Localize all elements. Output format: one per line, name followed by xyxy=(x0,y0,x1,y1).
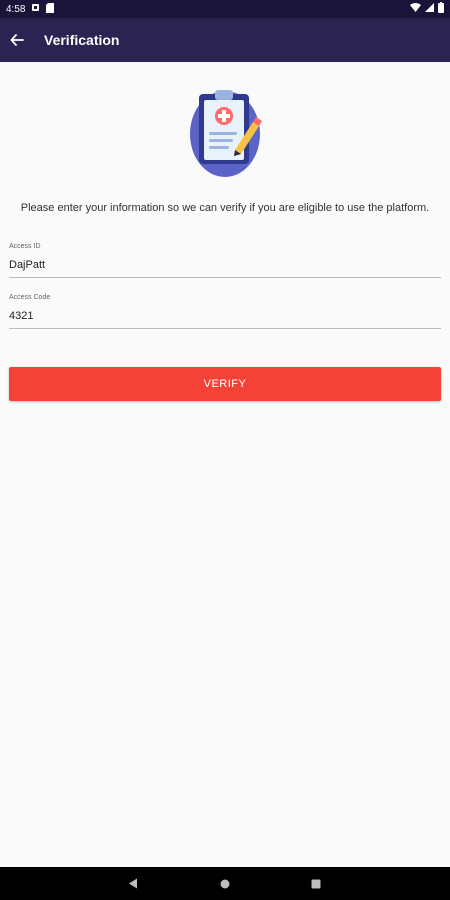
clipboard-medical-icon xyxy=(187,86,267,178)
system-nav-bar xyxy=(0,867,450,900)
home-circle-icon[interactable] xyxy=(220,879,230,889)
intro-text: Please enter your information so we can … xyxy=(20,202,430,214)
back-button[interactable] xyxy=(0,18,34,62)
access-code-field[interactable]: Access Code 4321 xyxy=(9,294,441,329)
status-time: 4:58 xyxy=(6,3,26,15)
recents-square-icon[interactable] xyxy=(311,879,321,889)
access-code-label: Access Code xyxy=(9,294,51,301)
battery-icon xyxy=(438,2,444,16)
access-id-input[interactable]: DajPatt xyxy=(9,250,441,278)
main-content: Please enter your information so we can … xyxy=(0,62,450,867)
status-bar: 4:58 xyxy=(0,0,450,18)
app-bar: Verification xyxy=(0,18,450,62)
sd-card-icon xyxy=(46,2,55,16)
back-triangle-icon[interactable] xyxy=(128,878,138,889)
access-id-label: Access ID xyxy=(9,243,41,250)
signal-icon xyxy=(425,3,434,15)
access-code-input[interactable]: 4321 xyxy=(9,301,441,329)
wifi-icon xyxy=(410,3,421,15)
page-title: Verification xyxy=(44,32,120,48)
access-id-field[interactable]: Access ID DajPatt xyxy=(9,243,441,278)
notification-icon xyxy=(31,3,40,15)
verify-button[interactable]: VERIFY xyxy=(9,367,441,401)
arrow-back-icon xyxy=(10,34,24,46)
